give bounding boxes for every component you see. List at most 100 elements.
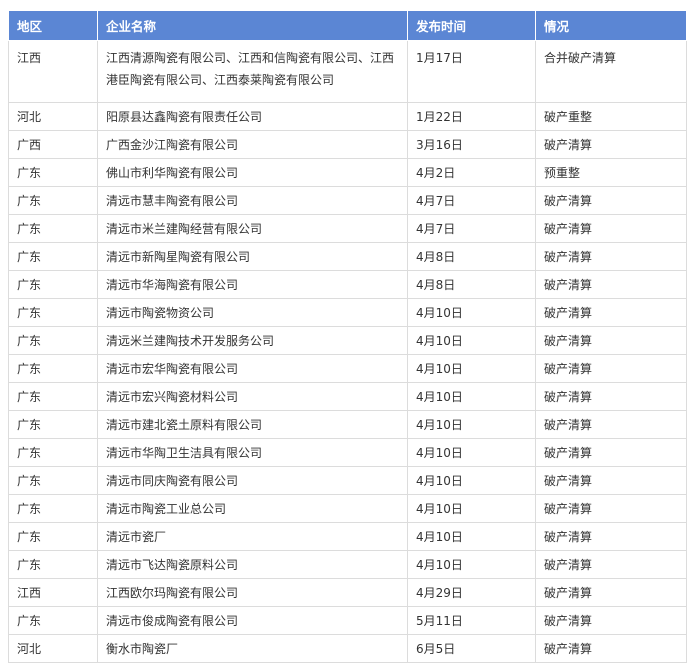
table-row: 广东 清远市建北瓷土原料有限公司 4月10日 破产清算 [8,410,687,439]
table-row: 广东 清远市华海陶瓷有限公司 4月8日 破产清算 [8,270,687,299]
header-region: 地区 [8,10,98,41]
cell-company-name: 清远市华海陶瓷有限公司 [97,270,408,299]
cell-publish-date: 4月10日 [407,550,536,579]
cell-region: 广东 [8,326,98,355]
cell-region: 广东 [8,354,98,383]
cell-publish-date: 4月10日 [407,382,536,411]
cell-status: 破产清算 [535,438,687,467]
table-row: 河北 阳原县达鑫陶瓷有限责任公司 1月22日 破产重整 [8,102,687,131]
cell-company-name: 清远市慧丰陶瓷有限公司 [97,186,408,215]
cell-status: 破产清算 [535,494,687,523]
cell-region: 广东 [8,270,98,299]
cell-status: 破产清算 [535,354,687,383]
cell-region: 广西 [8,130,98,159]
header-publish-date: 发布时间 [407,10,536,41]
cell-region: 广东 [8,410,98,439]
cell-company-name: 广西金沙江陶瓷有限公司 [97,130,408,159]
cell-company-name: 阳原县达鑫陶瓷有限责任公司 [97,102,408,131]
cell-region: 江西 [8,40,98,103]
header-status: 情况 [535,10,687,41]
cell-publish-date: 4月10日 [407,438,536,467]
cell-publish-date: 4月10日 [407,298,536,327]
cell-region: 河北 [8,634,98,663]
cell-status: 破产清算 [535,270,687,299]
table-row: 广东 清远市俊成陶瓷有限公司 5月11日 破产清算 [8,606,687,635]
cell-publish-date: 4月10日 [407,354,536,383]
cell-publish-date: 4月10日 [407,494,536,523]
cell-region: 江西 [8,578,98,607]
cell-region: 广东 [8,158,98,187]
cell-publish-date: 4月7日 [407,186,536,215]
cell-company-name: 清远市陶瓷工业总公司 [97,494,408,523]
cell-status: 破产重整 [535,102,687,131]
table-row: 广东 清远市米兰建陶经营有限公司 4月7日 破产清算 [8,214,687,243]
table-row: 江西 江西欧尔玛陶瓷有限公司 4月29日 破产清算 [8,578,687,607]
cell-status: 破产清算 [535,550,687,579]
cell-company-name: 佛山市利华陶瓷有限公司 [97,158,408,187]
table-row: 广东 佛山市利华陶瓷有限公司 4月2日 预重整 [8,158,687,187]
table-row: 广东 清远市同庆陶瓷有限公司 4月10日 破产清算 [8,466,687,495]
cell-region: 广东 [8,186,98,215]
table-row: 广东 清远市陶瓷工业总公司 4月10日 破产清算 [8,494,687,523]
cell-status: 破产清算 [535,578,687,607]
cell-company-name: 清远市同庆陶瓷有限公司 [97,466,408,495]
cell-publish-date: 4月2日 [407,158,536,187]
cell-status: 合并破产清算 [535,40,687,103]
cell-publish-date: 4月10日 [407,522,536,551]
cell-company-name: 清远市瓷厂 [97,522,408,551]
table-row: 广东 清远米兰建陶技术开发服务公司 4月10日 破产清算 [8,326,687,355]
cell-status: 破产清算 [535,466,687,495]
cell-region: 河北 [8,102,98,131]
cell-company-name: 清远米兰建陶技术开发服务公司 [97,326,408,355]
table-row: 广东 清远市宏兴陶瓷材料公司 4月10日 破产清算 [8,382,687,411]
cell-publish-date: 4月10日 [407,410,536,439]
table-row: 广西 广西金沙江陶瓷有限公司 3月16日 破产清算 [8,130,687,159]
cell-company-name: 清远市飞达陶瓷原料公司 [97,550,408,579]
cell-status: 破产清算 [535,606,687,635]
cell-publish-date: 4月29日 [407,578,536,607]
enterprise-table: 地区 企业名称 发布时间 情况 江西 江西清源陶瓷有限公司、江西和信陶瓷有限公司、… [8,10,687,663]
table-header-row: 地区 企业名称 发布时间 情况 [8,10,687,41]
cell-company-name: 清远市宏华陶瓷有限公司 [97,354,408,383]
cell-status: 破产清算 [535,410,687,439]
cell-region: 广东 [8,298,98,327]
cell-region: 广东 [8,494,98,523]
cell-company-name: 清远市建北瓷土原料有限公司 [97,410,408,439]
table-body: 江西 江西清源陶瓷有限公司、江西和信陶瓷有限公司、江西港臣陶瓷有限公司、江西泰莱陶… [8,40,687,663]
cell-status: 破产清算 [535,634,687,663]
cell-status: 破产清算 [535,298,687,327]
cell-publish-date: 6月5日 [407,634,536,663]
table-row: 江西 江西清源陶瓷有限公司、江西和信陶瓷有限公司、江西港臣陶瓷有限公司、江西泰莱陶… [8,40,687,103]
cell-company-name: 清远市宏兴陶瓷材料公司 [97,382,408,411]
cell-company-name: 清远市新陶星陶瓷有限公司 [97,242,408,271]
table-row: 河北 衡水市陶瓷厂 6月5日 破产清算 [8,634,687,663]
cell-company-name: 衡水市陶瓷厂 [97,634,408,663]
table-row: 广东 清远市宏华陶瓷有限公司 4月10日 破产清算 [8,354,687,383]
cell-publish-date: 4月8日 [407,270,536,299]
cell-publish-date: 1月17日 [407,40,536,103]
header-company-name: 企业名称 [97,10,408,41]
cell-region: 广东 [8,382,98,411]
table-row: 广东 清远市华陶卫生洁具有限公司 4月10日 破产清算 [8,438,687,467]
cell-publish-date: 3月16日 [407,130,536,159]
table-row: 广东 清远市瓷厂 4月10日 破产清算 [8,522,687,551]
cell-status: 破产清算 [535,522,687,551]
cell-company-name: 江西欧尔玛陶瓷有限公司 [97,578,408,607]
cell-publish-date: 1月22日 [407,102,536,131]
cell-publish-date: 4月10日 [407,466,536,495]
cell-status: 破产清算 [535,214,687,243]
cell-publish-date: 4月8日 [407,242,536,271]
cell-status: 破产清算 [535,326,687,355]
cell-region: 广东 [8,522,98,551]
table-container: 地区 企业名称 发布时间 情况 江西 江西清源陶瓷有限公司、江西和信陶瓷有限公司、… [8,10,687,663]
cell-region: 广东 [8,438,98,467]
table-row: 广东 清远市新陶星陶瓷有限公司 4月8日 破产清算 [8,242,687,271]
cell-publish-date: 4月10日 [407,326,536,355]
cell-company-name: 清远市俊成陶瓷有限公司 [97,606,408,635]
cell-status: 破产清算 [535,242,687,271]
cell-status: 破产清算 [535,130,687,159]
cell-status: 破产清算 [535,186,687,215]
cell-company-name: 清远市米兰建陶经营有限公司 [97,214,408,243]
cell-region: 广东 [8,214,98,243]
cell-region: 广东 [8,466,98,495]
